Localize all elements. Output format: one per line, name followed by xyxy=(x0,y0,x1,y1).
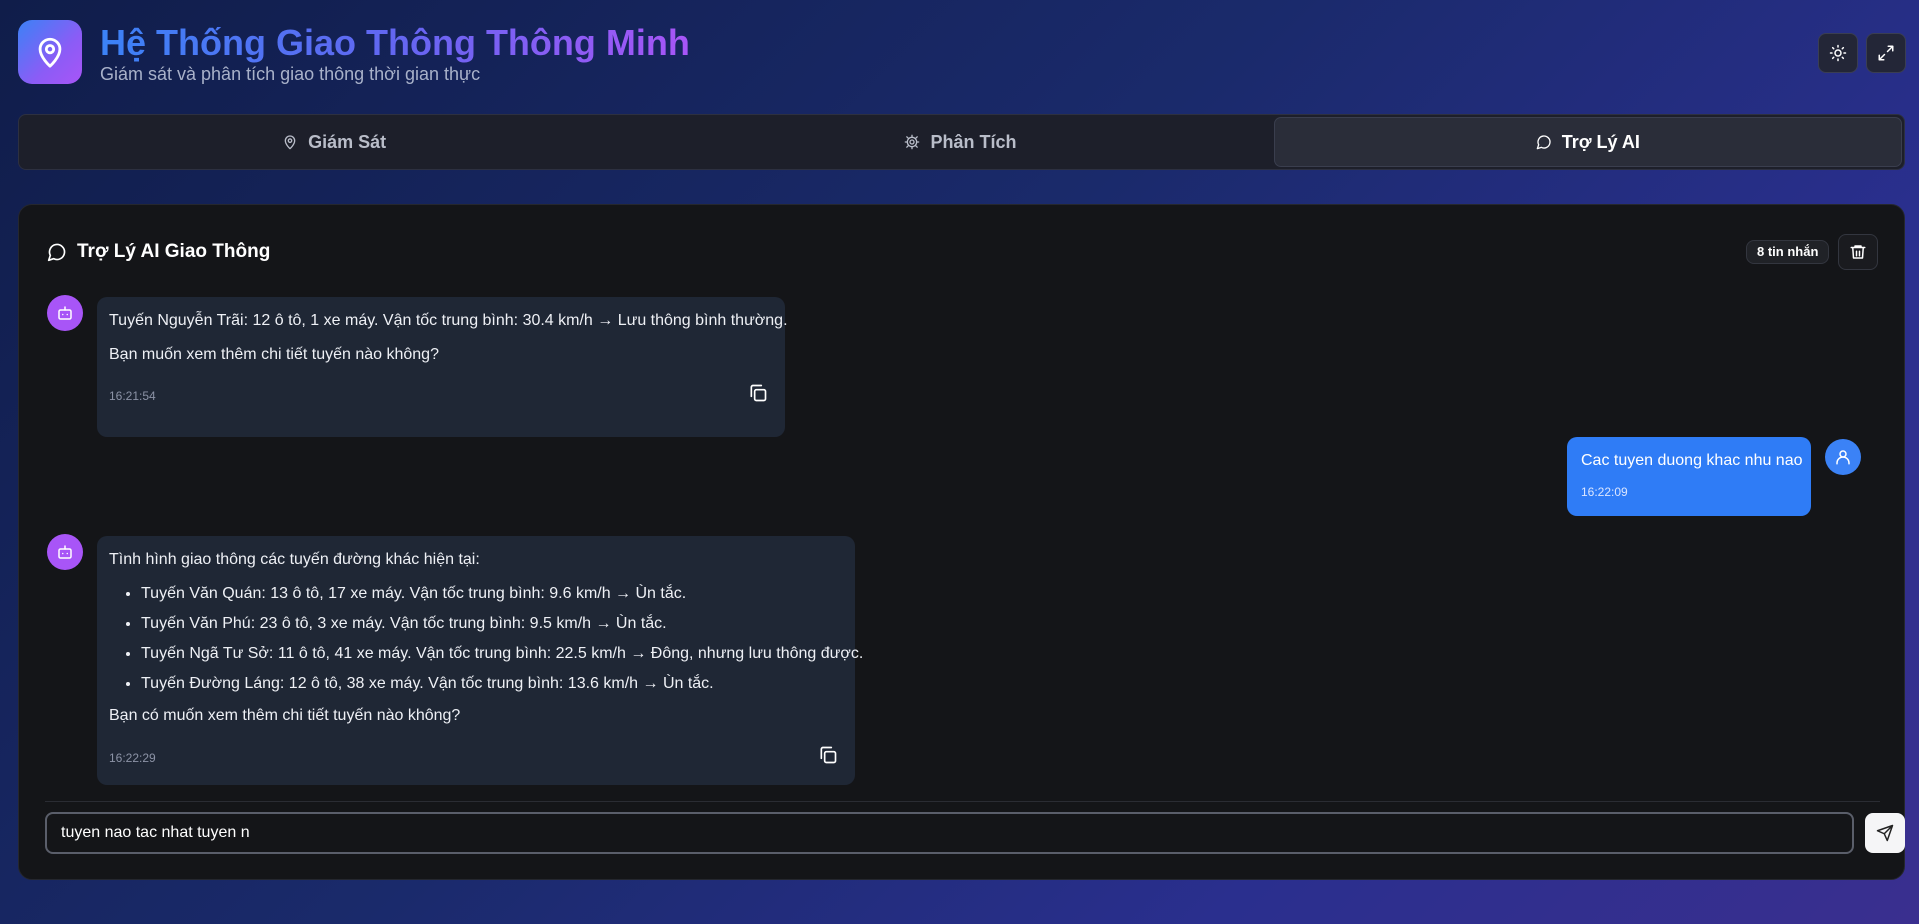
message-text: Tình hình giao thông các tuyến đường khá… xyxy=(109,551,480,568)
message-count-badge: 8 tin nhắn xyxy=(1746,240,1830,264)
chat-header: Trợ Lý AI Giao Thông xyxy=(47,241,270,263)
tab-phan-tich[interactable]: Phân Tích xyxy=(647,117,1273,167)
sun-icon xyxy=(1829,44,1847,62)
settings-icon xyxy=(905,134,920,150)
send-icon xyxy=(1876,824,1894,842)
copy-icon[interactable] xyxy=(748,383,768,403)
tab-giam-sat[interactable]: Giám Sát xyxy=(21,117,647,167)
message-text: Bạn có muốn xem thêm chi tiết tuyến nào … xyxy=(109,707,461,724)
bot-avatar xyxy=(47,295,83,331)
chat-panel: Trợ Lý AI Giao Thông 8 tin nhắn Tuyến Ng… xyxy=(18,204,1905,880)
map-pin-icon xyxy=(18,20,82,84)
route-list: Tuyến Văn Quán: 13 ô tô, 17 xe máy. Vận … xyxy=(141,584,863,694)
trash-icon xyxy=(1850,245,1866,259)
app-subtitle: Giám sát và phân tích giao thông thời gi… xyxy=(100,64,481,84)
message-time: 16:22:29 xyxy=(109,751,156,765)
message-time: 16:22:09 xyxy=(1581,485,1628,499)
chat-title: Trợ Lý AI Giao Thông xyxy=(77,241,271,262)
message-text: Cac tuyen duong khac nhu nao xyxy=(1581,452,1803,469)
user-avatar xyxy=(1825,439,1861,475)
bot-icon xyxy=(58,306,72,320)
expand-icon xyxy=(1878,45,1894,61)
message-time: 16:21:54 xyxy=(109,389,156,403)
clear-chat-button[interactable] xyxy=(1838,234,1878,270)
theme-toggle-button[interactable] xyxy=(1818,33,1858,73)
list-item: Tuyến Đường Láng: 12 ô tô, 38 xe máy. Vậ… xyxy=(141,674,843,694)
tab-label: Giám Sát xyxy=(308,131,387,152)
message-text: Tuyến Nguyễn Trãi: 12 ô tô, 1 xe máy. Vậ… xyxy=(109,312,788,329)
tab-label: Trợ Lý AI xyxy=(1561,131,1640,152)
divider xyxy=(45,801,1880,802)
main-tabs: Giám Sát Phân Tích Trợ Lý AI xyxy=(18,114,1905,170)
list-item: Tuyến Ngã Tư Sở: 11 ô tô, 41 xe máy. Vận… xyxy=(141,644,863,664)
bot-avatar xyxy=(47,534,83,570)
chat-icon xyxy=(1536,135,1551,150)
user-message: Cac tuyen duong khac nhu nao 16:22:09 xyxy=(1567,437,1811,516)
bot-icon xyxy=(58,545,72,559)
map-pin-icon xyxy=(284,135,296,150)
message-text: Bạn muốn xem thêm chi tiết tuyến nào khô… xyxy=(109,346,439,363)
user-icon xyxy=(1836,450,1850,465)
send-button[interactable] xyxy=(1865,813,1905,853)
list-item: Tuyến Văn Phú: 23 ô tô, 3 xe máy. Vận tố… xyxy=(141,614,843,634)
bot-message: Tuyến Nguyễn Trãi: 12 ô tô, 1 xe máy. Vậ… xyxy=(97,297,788,437)
list-item: Tuyến Văn Quán: 13 ô tô, 17 xe máy. Vận … xyxy=(141,584,843,604)
app-title: Hệ Thống Giao Thông Thông Minh xyxy=(100,22,690,63)
fullscreen-button[interactable] xyxy=(1866,33,1906,73)
app-header: Hệ Thống Giao Thông Thông Minh Giám sát … xyxy=(18,20,1906,84)
bot-message: Tình hình giao thông các tuyến đường khá… xyxy=(97,536,863,785)
tab-tro-ly-ai[interactable]: Trợ Lý AI xyxy=(1273,117,1902,167)
tab-label: Phân Tích xyxy=(930,131,1017,152)
chat-icon xyxy=(47,243,66,262)
chat-input[interactable] xyxy=(45,812,1854,854)
copy-icon[interactable] xyxy=(818,745,838,765)
